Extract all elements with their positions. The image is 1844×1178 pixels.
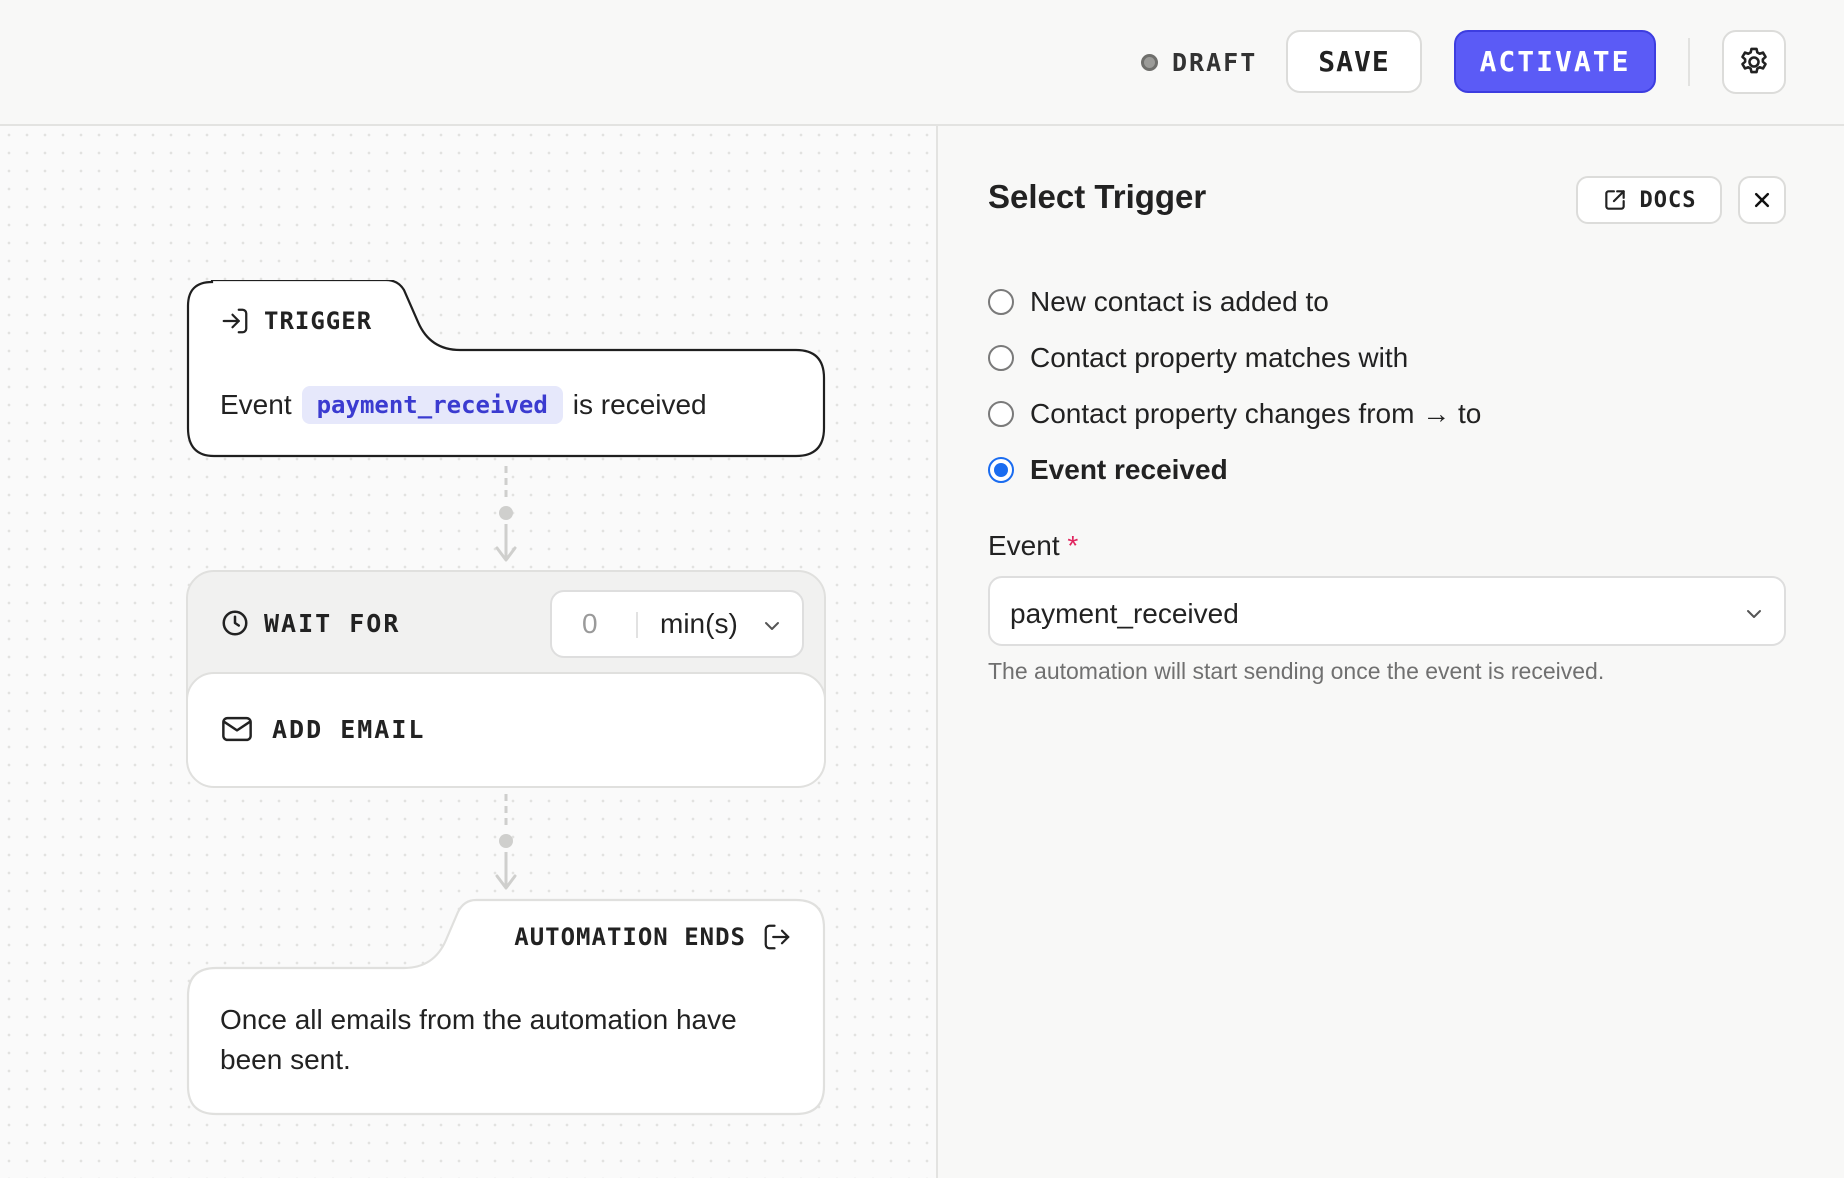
wait-title: WAIT FOR <box>264 608 401 638</box>
event-field-label: Event * <box>988 530 1078 562</box>
clock-icon <box>222 610 248 636</box>
trigger-settings-panel: Select Trigger DOCS New contact is added… <box>938 126 1844 1178</box>
event-helper-text: The automation will start sending once t… <box>988 658 1605 684</box>
trigger-prefix: Event <box>220 389 292 420</box>
settings-button[interactable] <box>1722 30 1786 94</box>
status-indicator: DRAFT <box>1141 48 1257 77</box>
option-label: Contact property changes from → to <box>1030 398 1482 429</box>
trigger-option-new-contact[interactable]: New contact is added to <box>988 274 1481 330</box>
chevron-down-icon <box>1747 610 1761 618</box>
option-label: Contact property matches with <box>1030 342 1409 373</box>
connector-arrow-icon <box>495 466 517 562</box>
add-email-title: ADD EMAIL <box>272 714 426 744</box>
radio-button[interactable] <box>988 289 1014 315</box>
end-description: Once all emails from the automation have… <box>220 1004 737 1075</box>
chevron-down-icon[interactable] <box>760 614 784 638</box>
event-name-pill: payment_received <box>301 386 563 424</box>
event-select[interactable]: payment_received <box>988 576 1786 646</box>
docs-label: DOCS <box>1639 187 1697 213</box>
wait-duration-control[interactable]: 0 min(s) <box>550 590 804 658</box>
trigger-title: TRIGGER <box>264 307 373 335</box>
event-select-value: payment_received <box>1010 598 1239 629</box>
required-mark: * <box>1067 530 1079 561</box>
trigger-node[interactable]: TRIGGER Event payment_received is receiv… <box>186 280 826 458</box>
trigger-type-options: New contact is added to Contact property… <box>988 274 1481 498</box>
radio-button[interactable] <box>988 401 1014 427</box>
wait-unit-select[interactable]: min(s) <box>660 608 738 640</box>
logout-icon <box>764 924 790 950</box>
gear-icon <box>1741 47 1767 74</box>
toolbar-divider <box>1688 38 1690 86</box>
event-label-text: Event <box>988 530 1060 561</box>
connector-arrow-icon <box>495 794 517 890</box>
close-button[interactable] <box>1738 176 1786 224</box>
duration-divider <box>636 612 638 638</box>
end-title: AUTOMATION ENDS <box>514 923 746 951</box>
status-dot-icon <box>1141 54 1158 71</box>
wait-duration-input[interactable]: 0 <box>582 608 598 640</box>
activate-button[interactable]: ACTIVATE <box>1454 30 1656 93</box>
trigger-option-event-received[interactable]: Event received <box>988 442 1481 498</box>
panel-title: Select Trigger <box>988 178 1207 215</box>
radio-button[interactable] <box>988 345 1014 371</box>
radio-button-selected[interactable] <box>988 457 1014 483</box>
top-bar: DRAFT SAVE ACTIVATE <box>0 0 1844 126</box>
external-link-icon <box>1604 190 1625 210</box>
flow-canvas[interactable]: TRIGGER Event payment_received is receiv… <box>0 126 938 1178</box>
docs-button[interactable]: DOCS <box>1576 176 1722 224</box>
option-label: New contact is added to <box>1030 286 1329 317</box>
status-text: DRAFT <box>1172 48 1258 77</box>
trigger-option-property-matches[interactable]: Contact property matches with <box>988 330 1481 386</box>
save-button[interactable]: SAVE <box>1286 30 1422 93</box>
add-email-node[interactable]: ADD EMAIL <box>186 672 826 788</box>
trigger-option-property-changes[interactable]: Contact property changes from → to <box>988 386 1481 442</box>
close-icon <box>1754 192 1770 208</box>
option-label: Event received <box>1030 454 1228 485</box>
login-icon <box>222 308 248 334</box>
trigger-suffix: is received <box>572 389 707 420</box>
mail-icon <box>222 716 252 742</box>
automation-end-node[interactable]: AUTOMATION ENDS Once all emails from the… <box>186 898 826 1116</box>
wait-node[interactable]: WAIT FOR 0 min(s) ADD EMAIL <box>186 570 826 788</box>
